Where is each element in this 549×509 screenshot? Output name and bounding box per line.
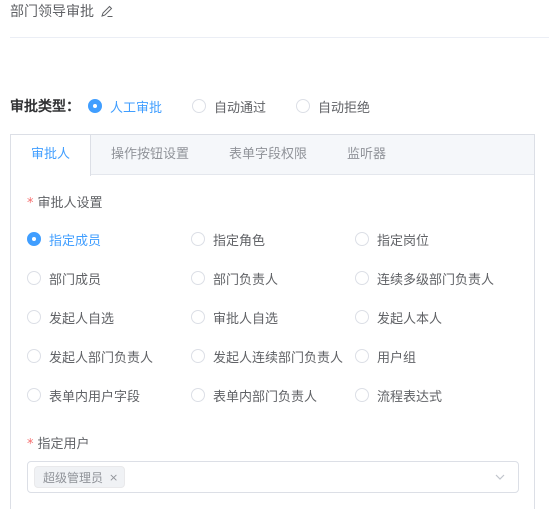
approver-option-radio[interactable]: 部门负责人	[191, 268, 355, 288]
approver-option-radio[interactable]: 发起人自选	[27, 307, 191, 327]
radio-unchecked-icon	[355, 232, 369, 246]
approval-type-row: 审批类型： 人工审批 自动通过 自动拒绝	[10, 96, 400, 116]
required-mark: *	[27, 437, 34, 452]
node-title-text: 部门领导审批	[10, 4, 94, 20]
node-title: 部门领导审批	[10, 0, 114, 22]
radio-unchecked-icon	[27, 271, 41, 285]
radio-label: 指定岗位	[377, 233, 430, 249]
radio-label: 发起人本人	[377, 311, 443, 327]
radio-label: 审批人自选	[213, 311, 279, 327]
tabs-header: 审批人 操作按钮设置 表单字段权限 监听器	[11, 135, 534, 176]
tab-approver[interactable]: 审批人	[11, 135, 92, 176]
radio-label: 发起人部门负责人	[49, 350, 154, 366]
radio-unchecked-icon	[355, 349, 369, 363]
user-tag-label: 超级管理员	[43, 470, 104, 485]
required-mark: *	[27, 196, 34, 211]
radio-label: 发起人自选	[49, 311, 115, 327]
approver-option-radio[interactable]: 用户组	[355, 346, 519, 366]
assign-user-text: 指定用户	[37, 437, 90, 452]
radio-unchecked-icon	[191, 310, 205, 324]
radio-label: 自动拒绝	[318, 100, 371, 116]
approver-option-radio[interactable]: 审批人自选	[191, 307, 355, 327]
approver-option-radio[interactable]: 指定岗位	[355, 229, 519, 249]
radio-checked-icon	[27, 232, 41, 246]
radio-unchecked-icon	[191, 271, 205, 285]
approver-option-radio[interactable]: 指定成员	[27, 229, 191, 249]
approver-option-radio[interactable]: 指定角色	[191, 229, 355, 249]
approver-option-radio[interactable]: 发起人部门负责人	[27, 346, 191, 366]
approver-option-radio[interactable]: 发起人本人	[355, 307, 519, 327]
radio-unchecked-icon	[296, 99, 311, 113]
radio-checked-icon	[88, 99, 102, 113]
radio-unchecked-icon	[27, 388, 41, 402]
radio-label: 流程表达式	[377, 389, 443, 405]
chevron-down-icon[interactable]	[494, 471, 506, 483]
assign-user-label: * 指定用户	[27, 433, 90, 452]
radio-unchecked-icon	[355, 310, 369, 324]
radio-label: 指定角色	[213, 233, 266, 249]
radio-unchecked-icon	[355, 388, 369, 402]
config-tabs: 审批人 操作按钮设置 表单字段权限 监听器 * 审批人设置 指定成员 指定角色 指…	[10, 134, 535, 509]
radio-label: 部门成员	[49, 272, 102, 288]
user-tag: 超级管理员 ×	[34, 466, 126, 488]
approver-type-options: 指定成员 指定角色 指定岗位 部门成员 部门负责人 连续多级部门负责人 发起人自…	[27, 229, 527, 405]
radio-unchecked-icon	[355, 271, 369, 285]
radio-label: 表单内用户字段	[49, 389, 141, 405]
approver-option-radio[interactable]: 流程表达式	[355, 385, 519, 405]
radio-unchecked-icon	[191, 388, 205, 402]
header-divider	[10, 37, 549, 38]
approver-option-radio[interactable]: 表单内用户字段	[27, 385, 191, 405]
radio-label: 连续多级部门负责人	[377, 272, 495, 288]
radio-label: 自动通过	[214, 100, 267, 116]
radio-label: 发起人连续部门负责人	[213, 350, 344, 366]
approver-option-radio[interactable]: 部门成员	[27, 268, 191, 288]
approver-option-radio[interactable]: 连续多级部门负责人	[355, 268, 519, 288]
approval-type-auto-reject-radio[interactable]: 自动拒绝	[296, 97, 370, 116]
radio-label: 用户组	[377, 350, 417, 366]
radio-unchecked-icon	[27, 310, 41, 324]
tab-button-settings[interactable]: 操作按钮设置	[91, 135, 209, 175]
edit-icon[interactable]	[100, 4, 114, 18]
radio-label: 指定成员	[49, 233, 102, 249]
radio-unchecked-icon	[191, 349, 205, 363]
approval-type-label: 审批类型：	[10, 99, 80, 115]
assign-user-select[interactable]: 超级管理员 ×	[27, 461, 519, 493]
radio-label: 人工审批	[110, 100, 163, 116]
approver-option-radio[interactable]: 表单内部门负责人	[191, 385, 355, 405]
tag-close-icon[interactable]: ×	[109, 471, 118, 484]
approver-settings-text: 审批人设置	[37, 196, 103, 211]
radio-label: 部门负责人	[213, 272, 279, 288]
tab-listener[interactable]: 监听器	[327, 135, 406, 175]
radio-label: 表单内部门负责人	[213, 389, 318, 405]
approval-type-manual-radio[interactable]: 人工审批	[88, 97, 162, 116]
approval-type-auto-pass-radio[interactable]: 自动通过	[192, 97, 266, 116]
radio-unchecked-icon	[192, 99, 207, 113]
radio-unchecked-icon	[191, 232, 205, 246]
radio-unchecked-icon	[27, 349, 41, 363]
tab-field-permissions[interactable]: 表单字段权限	[209, 135, 327, 175]
approver-option-radio[interactable]: 发起人连续部门负责人	[191, 346, 355, 366]
approver-settings-label: * 审批人设置	[27, 192, 103, 211]
